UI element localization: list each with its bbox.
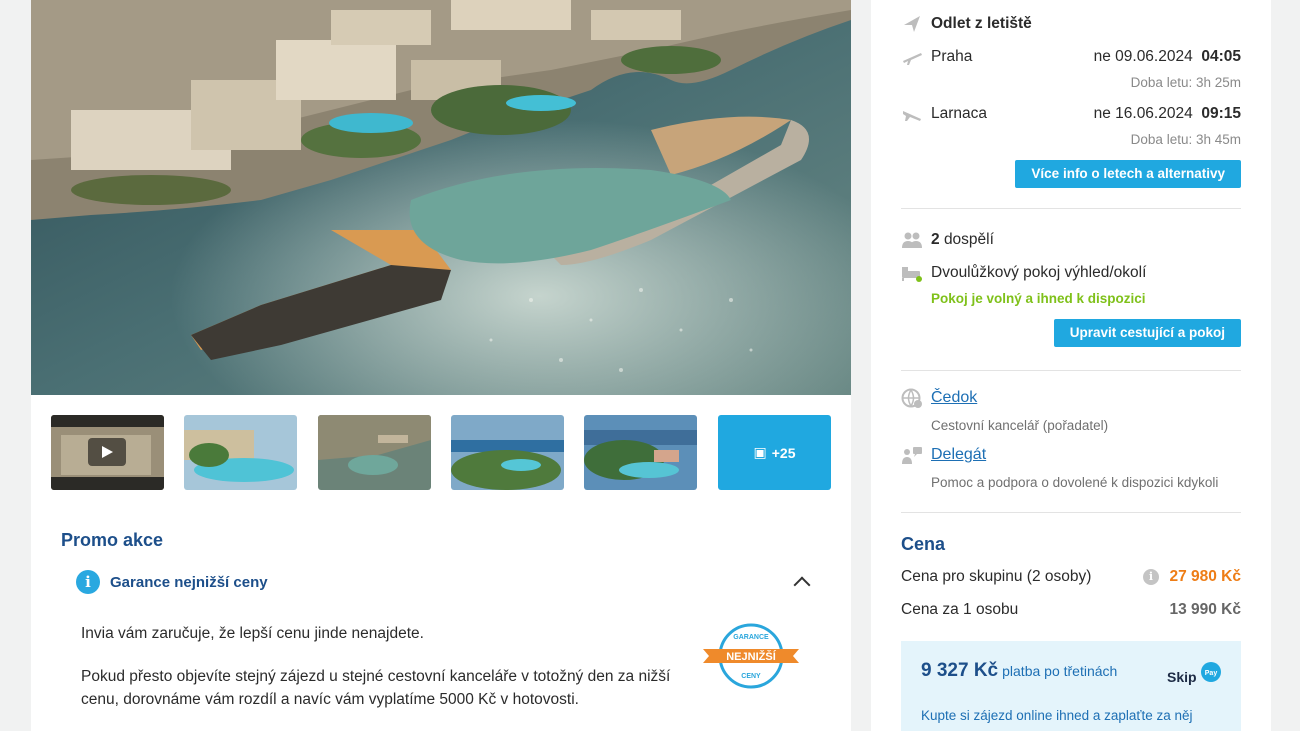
organizer-link[interactable]: Čedok [931, 389, 977, 407]
inbound-airport: Larnaca [931, 105, 988, 122]
organizer-row: Čedok [901, 388, 1241, 410]
delegate-sub-row: Pomoc a podpora o dovolené k dispozici k… [901, 475, 1241, 493]
promo-text-1: Invia vám zaručuje, že lepší cenu jinde … [81, 625, 424, 642]
room-availability: Pokoj je volný a ihned k dispozici [931, 291, 1146, 306]
group-price-label: Cena pro skupinu (2 osoby) [901, 568, 1092, 585]
delegate-subtitle: Pomoc a podpora o dovolené k dispozici k… [931, 475, 1219, 490]
person-price-row: Cena za 1 osobu 13 990 Kč [901, 599, 1241, 621]
flight-heading-row: Odlet z letiště [901, 13, 1241, 35]
bed-icon [902, 267, 922, 282]
group-price-value: 27 980 Kč [1169, 568, 1241, 585]
play-icon [88, 438, 126, 466]
guarantee-label: Garance nejnižší ceny [110, 573, 268, 591]
outbound-duration: Doba letu: 3h 25m [1130, 75, 1241, 90]
organizer-subtitle: Cestovní kancelář (pořadatel) [931, 418, 1109, 433]
edit-travelers-button[interactable]: Upravit cestující a pokoj [1053, 319, 1241, 347]
guarantee-accordion-header[interactable]: i Garance nejnižší ceny [76, 570, 812, 594]
info-icon: i [76, 570, 100, 594]
person-price-value: 13 990 Kč [1169, 601, 1241, 618]
more-photos-button[interactable]: ▣ +25 [718, 415, 831, 490]
delegate-link[interactable]: Delegát [931, 446, 986, 464]
thumbnail-photo-pool[interactable] [184, 415, 297, 490]
divider [901, 208, 1241, 209]
flight-info-button[interactable]: Více info o letech a alternativy [1015, 160, 1241, 188]
lowest-price-badge: NEJNIŽŠÍ GARANCE CENY [703, 623, 799, 694]
installment-box[interactable]: 9 327 Kč platba po třetinách Skip Pay Kup… [901, 641, 1241, 731]
installment-amount: 9 327 Kč [921, 660, 999, 681]
room-row: Dvoulůžkový pokoj výhled/okolí [901, 262, 1241, 284]
outbound-date: ne 09.06.2024 [1093, 48, 1193, 65]
skip-logo-text: Skip [1167, 669, 1197, 685]
more-photos-count: +25 [771, 444, 796, 461]
badge-middle-text: NEJNIŽŠÍ [726, 650, 776, 663]
thumbnail-photo-aerial[interactable] [318, 415, 431, 490]
outbound-time: 04:05 [1201, 48, 1241, 65]
inbound-flight-row: Larnaca ne 16.06.2024 09:15 [901, 103, 1241, 125]
installment-label: platba po třetinách [1002, 663, 1118, 679]
divider [901, 512, 1241, 513]
hotel-gallery-section: ▣ +25 Promo akce i Garance nejnižší ceny… [31, 0, 851, 731]
chevron-up-icon[interactable] [793, 576, 811, 594]
person-price-label: Cena za 1 osobu [901, 601, 1019, 618]
promo-text-2: Pokud přesto objevíte stejný zájezd u st… [81, 668, 671, 708]
travelers-count: 2 [931, 231, 940, 248]
thumbnail-video[interactable] [51, 415, 164, 490]
skippay-logo: Skip Pay [1167, 661, 1223, 692]
flight-heading: Odlet z letiště [931, 15, 1032, 32]
availability-row: Pokoj je volný a ihned k dispozici [901, 291, 1241, 309]
hotel-hero-photo[interactable] [31, 0, 851, 395]
badge-bottom-text: CENY [741, 673, 761, 680]
booking-summary-panel: Odlet z letiště Praha ne 09.06.2024 04:0… [871, 0, 1271, 731]
plane-landing-icon [903, 111, 921, 121]
price-title: Cena [901, 534, 946, 554]
travelers-label: dospělí [943, 231, 994, 248]
promo-title: Promo akce [61, 530, 164, 550]
outbound-flight-row: Praha ne 09.06.2024 04:05 [901, 46, 1241, 68]
inbound-date: ne 16.06.2024 [1093, 105, 1193, 122]
gallery-icon: ▣ [753, 444, 767, 460]
travelers-row: 2 dospělí [901, 229, 1241, 251]
price-info-icon[interactable]: i [1143, 569, 1159, 585]
inbound-time: 09:15 [1201, 105, 1241, 122]
pay-logo-text: Pay [1205, 670, 1218, 677]
thumbnail-photo-terrace[interactable] [584, 415, 697, 490]
plane-takeoff-icon [903, 53, 922, 65]
delegate-icon [902, 447, 922, 464]
divider [901, 370, 1241, 371]
inbound-duration: Doba letu: 3h 45m [1130, 132, 1241, 147]
installment-description: Kupte si zájezd online ihned a zaplaťte … [921, 708, 1193, 723]
room-type: Dvoulůžkový pokoj výhled/okolí [931, 264, 1147, 281]
delegate-row: Delegát [901, 445, 1241, 467]
people-icon [902, 232, 922, 248]
thumbnail-photo-garden[interactable] [451, 415, 564, 490]
badge-top-text: GARANCE [733, 634, 769, 641]
plane-departure-icon [904, 16, 920, 32]
group-price-row: Cena pro skupinu (2 osoby) i 27 980 Kč [901, 566, 1241, 588]
organizer-sub-row: Cestovní kancelář (pořadatel) [901, 418, 1241, 436]
outbound-airport: Praha [931, 48, 973, 65]
globe-icon [901, 388, 922, 408]
